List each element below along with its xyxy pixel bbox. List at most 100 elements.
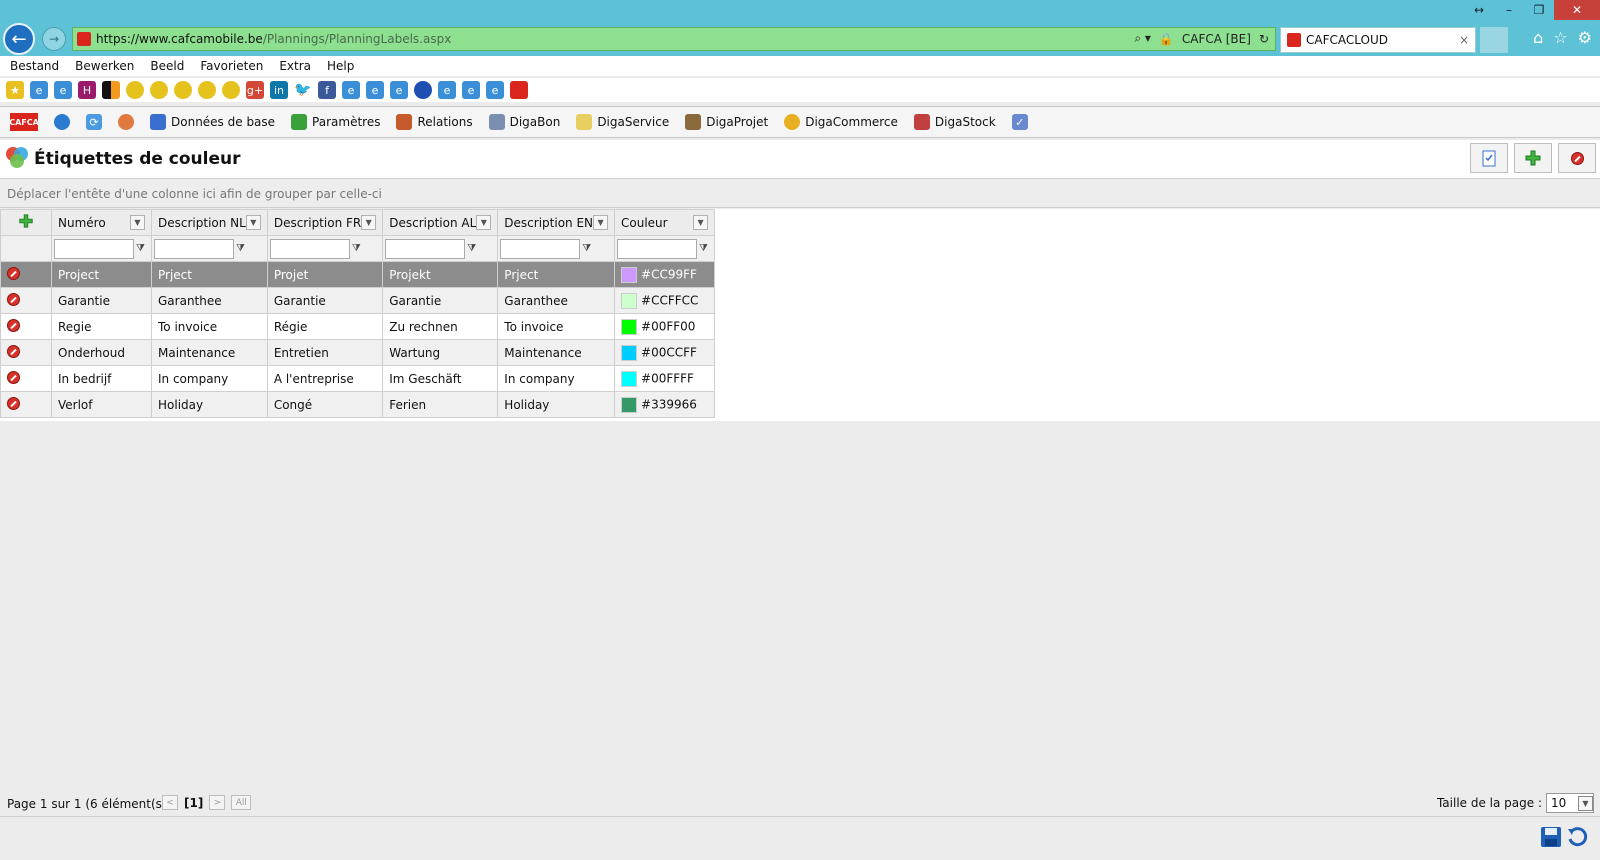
- settings-gear-icon[interactable]: ⚙: [1578, 28, 1592, 47]
- cell-al[interactable]: Projekt: [382, 261, 499, 288]
- sync-icon[interactable]: ⟳: [86, 114, 102, 130]
- cell-fr[interactable]: Garantie: [266, 287, 384, 314]
- delete-row-icon[interactable]: [7, 370, 20, 384]
- toolbar-digastock[interactable]: DigaStock: [913, 114, 996, 130]
- globe-icon[interactable]: [414, 81, 432, 99]
- cell-al[interactable]: Wartung: [382, 339, 499, 366]
- column-menu-icon[interactable]: ▼: [593, 215, 609, 230]
- cell-fr[interactable]: Régie: [266, 313, 384, 340]
- column-header-description-al[interactable]: Description AL ▼: [382, 209, 499, 236]
- cell-al[interactable]: Ferien: [382, 391, 499, 418]
- delete-row-icon[interactable]: [7, 344, 20, 358]
- cell-couleur[interactable]: #00FFFF: [614, 365, 716, 392]
- back-button[interactable]: ←: [3, 23, 35, 55]
- table-row[interactable]: Regie To invoice Régie Zu rechnen To invoice…: [0, 313, 716, 340]
- lock-icon[interactable]: 🔒: [1159, 32, 1174, 46]
- delete-row-cell[interactable]: [0, 261, 52, 288]
- group-panel[interactable]: Déplacer l'entête d'une colonne ici afin…: [0, 178, 1600, 208]
- table-row[interactable]: Project Prject Projet Projekt Prject #CC99FF: [0, 261, 716, 288]
- plus-icon[interactable]: [18, 213, 34, 229]
- column-menu-icon[interactable]: ▼: [245, 215, 261, 230]
- menu-extra[interactable]: Extra: [279, 59, 311, 73]
- delete-row-cell[interactable]: [0, 391, 52, 418]
- cell-nl[interactable]: Maintenance: [151, 339, 268, 366]
- table-row[interactable]: In bedrijf In company A l'entreprise Im Ges…: [0, 365, 716, 392]
- maximize-button[interactable]: ❐: [1524, 0, 1554, 20]
- column-header-numero[interactable]: Numéro ▼: [51, 209, 152, 236]
- warning-site-icon[interactable]: [150, 81, 168, 99]
- delete-row-icon[interactable]: [7, 396, 20, 410]
- ie-page-icon[interactable]: e: [390, 81, 408, 99]
- column-header-couleur[interactable]: Couleur ▼: [614, 209, 716, 236]
- cell-numero[interactable]: Project: [51, 261, 152, 288]
- warning-site-icon[interactable]: [126, 81, 144, 99]
- ie-page-icon[interactable]: e: [30, 81, 48, 99]
- toolbar-relations[interactable]: Relations: [396, 114, 473, 130]
- user-icon[interactable]: [118, 114, 134, 130]
- search-icon[interactable]: ⌕ ▾: [1134, 31, 1151, 46]
- close-window-button[interactable]: ✕: [1554, 0, 1600, 20]
- column-menu-icon[interactable]: ▼: [476, 215, 492, 230]
- cafca-logo[interactable]: CAFCA: [9, 113, 39, 131]
- filter-icon[interactable]: ⧩: [136, 243, 145, 254]
- cell-en[interactable]: In company: [497, 365, 616, 392]
- column-menu-icon[interactable]: ▼: [130, 215, 145, 230]
- ie-page-icon[interactable]: e: [462, 81, 480, 99]
- table-row[interactable]: Garantie Garanthee Garantie Garantie Garanth…: [0, 287, 716, 314]
- cell-numero[interactable]: Garantie: [51, 287, 152, 314]
- cell-en[interactable]: Maintenance: [497, 339, 616, 366]
- address-bar[interactable]: https://www.cafcamobile.be /Plannings/Pl…: [72, 27, 1276, 51]
- ie-page-icon[interactable]: e: [366, 81, 384, 99]
- export-button[interactable]: [1470, 143, 1508, 173]
- filter-description-en-input[interactable]: [500, 238, 581, 259]
- column-header-description-nl[interactable]: Description NL ▼: [151, 209, 268, 236]
- h-site-icon[interactable]: H: [78, 81, 96, 99]
- cell-nl[interactable]: In company: [151, 365, 268, 392]
- column-header-description-en[interactable]: Description EN ▼: [497, 209, 616, 236]
- cell-al[interactable]: Im Geschäft: [382, 365, 499, 392]
- facebook-icon[interactable]: f: [318, 81, 336, 99]
- toolbar-digaservice[interactable]: DigaService: [576, 114, 669, 130]
- chevron-down-icon[interactable]: ▼: [1578, 795, 1593, 811]
- filter-description-al-input[interactable]: [385, 238, 466, 259]
- browser-tab[interactable]: CAFCACLOUD ×: [1280, 27, 1476, 53]
- add-favorite-icon[interactable]: ★: [6, 81, 24, 99]
- cell-fr[interactable]: A l'entreprise: [266, 365, 384, 392]
- delete-button[interactable]: [1558, 143, 1596, 173]
- toolbar-digaprojet[interactable]: DigaProjet: [685, 114, 768, 130]
- delete-row-icon[interactable]: [7, 266, 20, 280]
- cell-couleur[interactable]: #CCFFCC: [614, 287, 716, 314]
- filter-couleur-input[interactable]: [617, 238, 698, 259]
- delete-row-cell[interactable]: [0, 365, 52, 392]
- cell-numero[interactable]: Regie: [51, 313, 152, 340]
- filter-description-nl-input[interactable]: [154, 238, 234, 259]
- cell-couleur[interactable]: #339966: [614, 391, 716, 418]
- twitter-icon[interactable]: 🐦: [294, 81, 312, 99]
- filter-icon[interactable]: ⧩: [467, 243, 476, 254]
- cell-en[interactable]: Holiday: [497, 391, 616, 418]
- toolbar-donnees-de-base[interactable]: Données de base: [150, 114, 275, 130]
- favorites-star-icon[interactable]: ☆: [1553, 28, 1567, 47]
- cell-al[interactable]: Garantie: [382, 287, 499, 314]
- filter-icon[interactable]: ⧩: [352, 243, 361, 254]
- flag-icon[interactable]: [102, 81, 120, 99]
- delete-row-icon[interactable]: [7, 318, 20, 332]
- filter-icon[interactable]: ⧩: [236, 243, 245, 254]
- cell-nl[interactable]: Garanthee: [151, 287, 268, 314]
- delete-row-cell[interactable]: [0, 313, 52, 340]
- warning-site-icon[interactable]: [198, 81, 216, 99]
- delete-row-cell[interactable]: [0, 287, 52, 314]
- cell-couleur[interactable]: #00CCFF: [614, 339, 716, 366]
- cell-couleur[interactable]: #00FF00: [614, 313, 716, 340]
- page-size-select[interactable]: 10 ▼: [1546, 793, 1594, 813]
- cafca-favicon-icon[interactable]: [510, 81, 528, 99]
- cell-fr[interactable]: Projet: [266, 261, 384, 288]
- cell-nl[interactable]: To invoice: [151, 313, 268, 340]
- cell-en[interactable]: Prject: [497, 261, 616, 288]
- globe-icon[interactable]: [54, 114, 70, 130]
- table-row[interactable]: Verlof Holiday Congé Ferien Holiday #339966: [0, 391, 716, 418]
- forward-button[interactable]: →: [42, 27, 66, 51]
- delete-row-icon[interactable]: [7, 292, 20, 306]
- table-row[interactable]: Onderhoud Maintenance Entretien Wartung Main…: [0, 339, 716, 366]
- new-tab-button[interactable]: [1480, 27, 1508, 53]
